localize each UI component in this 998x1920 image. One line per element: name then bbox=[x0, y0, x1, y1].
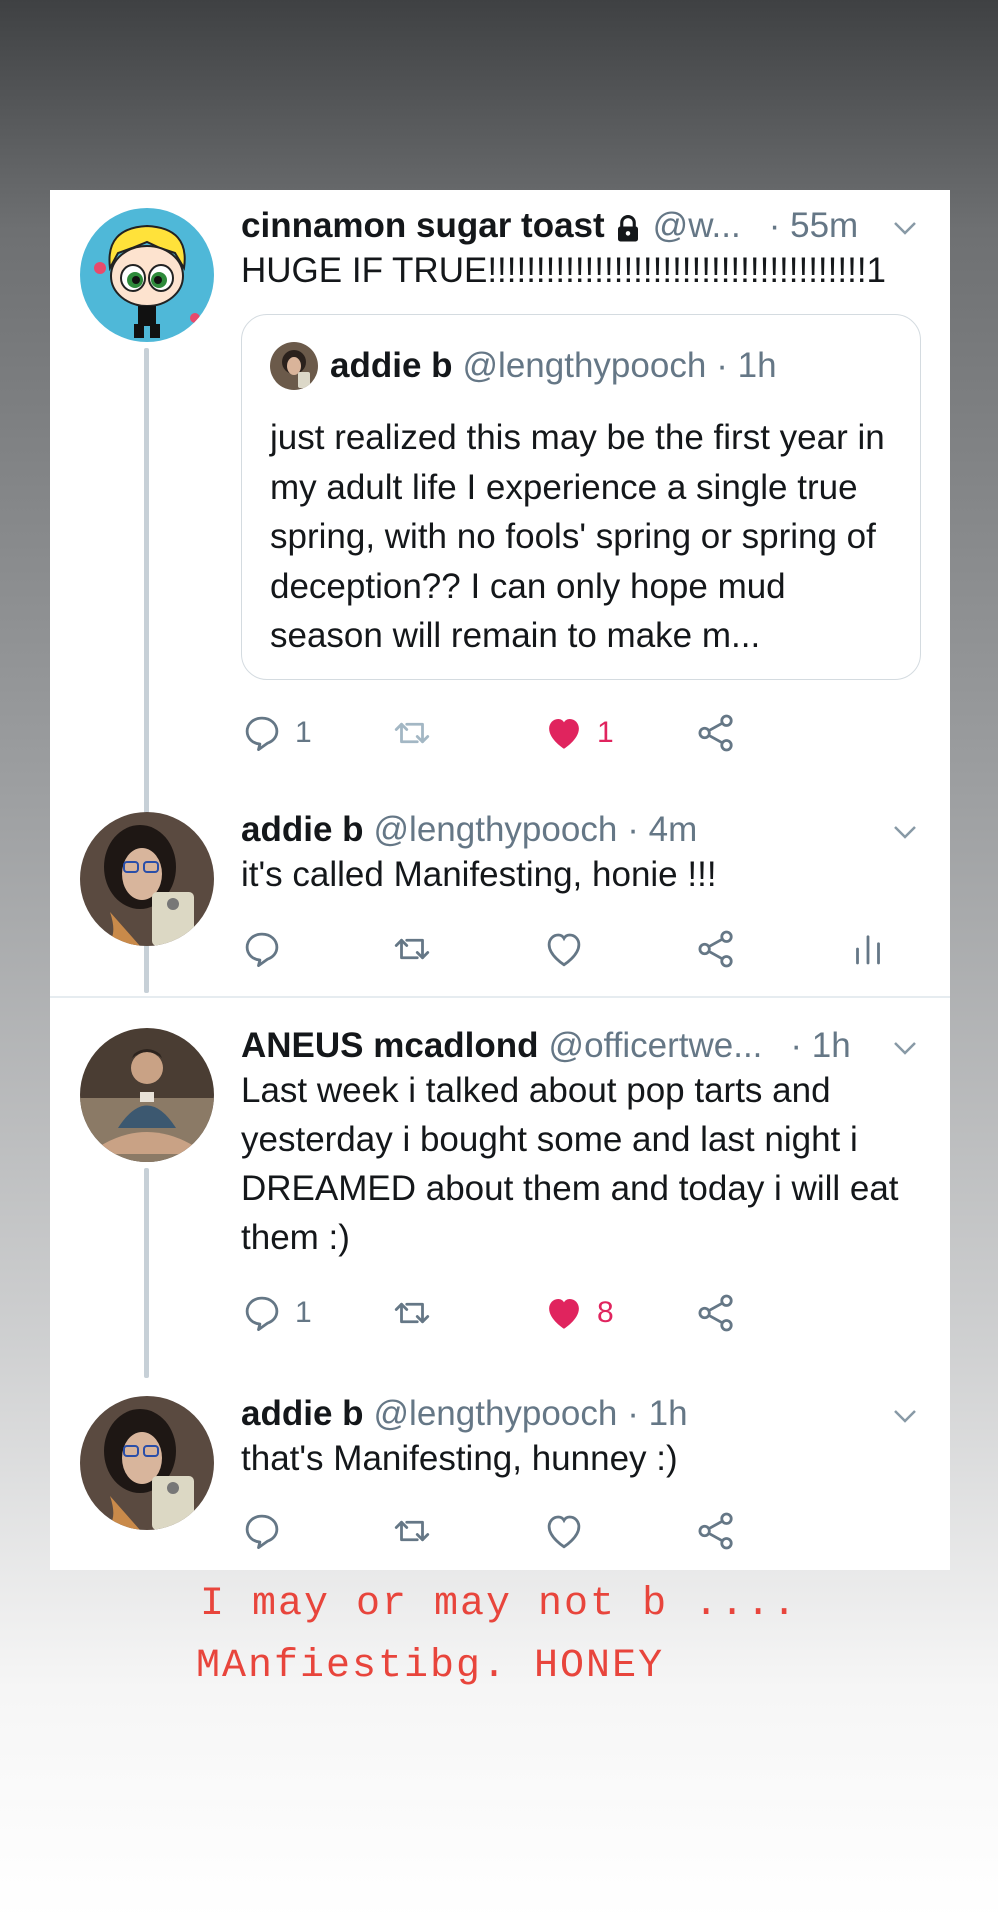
reply-count: 1 bbox=[295, 1296, 312, 1329]
heart-icon bbox=[547, 1515, 581, 1549]
quoted-timestamp: · 1h bbox=[716, 346, 777, 385]
avatar[interactable] bbox=[80, 812, 214, 946]
tweet-text: Last week i talked about pop tarts and y… bbox=[241, 1071, 899, 1257]
retweet-icon bbox=[394, 1520, 430, 1542]
retweet-button[interactable] bbox=[391, 1506, 433, 1556]
handle[interactable]: @w... bbox=[653, 204, 741, 248]
share-button[interactable] bbox=[695, 924, 737, 974]
display-name[interactable]: addie b bbox=[241, 1392, 364, 1436]
timestamp[interactable]: · 1h bbox=[790, 1024, 850, 1068]
retweet-button[interactable] bbox=[391, 1288, 433, 1338]
handle[interactable]: @officertwe... bbox=[549, 1024, 763, 1068]
display-name[interactable]: cinnamon sugar toast bbox=[241, 204, 605, 248]
chevron-down-icon[interactable] bbox=[890, 814, 920, 844]
reply-icon bbox=[245, 1296, 279, 1332]
tweet-actions: 1 8 bbox=[241, 1288, 921, 1338]
quoted-tweet-header: addie b @lengthypooch · 1h bbox=[270, 341, 777, 391]
reply-icon bbox=[245, 716, 279, 752]
handle[interactable]: @lengthypooch bbox=[374, 808, 618, 852]
reply-icon bbox=[245, 1514, 279, 1550]
reply-button[interactable]: 1 bbox=[241, 1288, 312, 1338]
tweet-actions bbox=[241, 1506, 921, 1556]
quoted-tweet[interactable]: addie b @lengthypooch · 1h just realized… bbox=[241, 314, 921, 680]
quoted-display-name: addie b bbox=[330, 346, 453, 385]
tweet-text: that's Manifesting, hunney :) bbox=[241, 1439, 678, 1478]
timestamp[interactable]: · 1h bbox=[627, 1392, 687, 1436]
quoted-handle: @lengthypooch bbox=[462, 346, 707, 385]
avatar[interactable] bbox=[80, 208, 214, 342]
avatar[interactable] bbox=[80, 1028, 214, 1162]
tweet-header: cinnamon sugar toast @w... · 55m bbox=[241, 204, 920, 248]
share-icon bbox=[698, 1512, 733, 1550]
share-icon bbox=[698, 930, 733, 968]
tweet-actions bbox=[241, 924, 921, 974]
display-name[interactable]: addie b bbox=[241, 808, 364, 852]
story-caption-line-2: MAnfiestibg. HONEY bbox=[196, 1644, 665, 1689]
retweet-icon bbox=[394, 722, 430, 744]
share-icon bbox=[698, 1294, 733, 1332]
like-button[interactable] bbox=[543, 924, 585, 974]
retweet-button[interactable] bbox=[391, 708, 433, 758]
retweet-icon bbox=[394, 1302, 430, 1324]
tweet-divider bbox=[50, 996, 950, 998]
share-button[interactable] bbox=[695, 708, 737, 758]
display-name[interactable]: ANEUS mcadlond bbox=[241, 1024, 539, 1068]
avatar[interactable] bbox=[80, 1396, 214, 1530]
tweet-actions: 1 1 bbox=[241, 708, 921, 758]
tweet-header: ANEUS mcadlond @officertwe... · 1h bbox=[241, 1024, 920, 1068]
share-button[interactable] bbox=[695, 1506, 737, 1556]
retweet-button[interactable] bbox=[391, 924, 433, 974]
reply-icon bbox=[245, 932, 279, 968]
timestamp[interactable]: · 55m bbox=[769, 204, 858, 248]
chevron-down-icon[interactable] bbox=[890, 210, 920, 240]
chevron-down-icon[interactable] bbox=[890, 1398, 920, 1428]
story-caption-line-1: I may or may not b .... bbox=[200, 1582, 799, 1627]
reply-count: 1 bbox=[295, 716, 312, 749]
retweet-icon bbox=[394, 938, 430, 960]
tweet-thread-card: cinnamon sugar toast @w... · 55m HUGE IF… bbox=[50, 190, 950, 1570]
analytics-icon bbox=[856, 935, 880, 965]
timestamp[interactable]: · 4m bbox=[627, 808, 697, 852]
tweet-header: addie b @lengthypooch · 1h bbox=[241, 1392, 920, 1436]
handle[interactable]: @lengthypooch bbox=[374, 1392, 618, 1436]
share-icon bbox=[698, 714, 733, 752]
analytics-button[interactable] bbox=[847, 924, 889, 974]
reply-button[interactable] bbox=[241, 924, 283, 974]
heart-icon bbox=[547, 933, 581, 967]
thread-connector bbox=[144, 1168, 149, 1378]
like-button[interactable]: 8 bbox=[543, 1288, 614, 1338]
quoted-tweet-text: just realized this may be the first year… bbox=[270, 418, 885, 655]
heart-filled-icon bbox=[549, 1299, 579, 1329]
like-count: 8 bbox=[597, 1296, 614, 1329]
tweet-header: addie b @lengthypooch · 4m bbox=[241, 808, 920, 852]
like-count: 1 bbox=[597, 716, 614, 749]
tweet-text: HUGE IF TRUE!!!!!!!!!!!!!!!!!!!!!!!!!!!!… bbox=[241, 251, 887, 290]
chevron-down-icon[interactable] bbox=[890, 1030, 920, 1060]
share-button[interactable] bbox=[695, 1288, 737, 1338]
like-button[interactable] bbox=[543, 1506, 585, 1556]
lock-icon bbox=[613, 211, 643, 242]
heart-filled-icon bbox=[549, 719, 579, 749]
reply-button[interactable] bbox=[241, 1506, 283, 1556]
reply-button[interactable]: 1 bbox=[241, 708, 312, 758]
tweet-text: it's called Manifesting, honie !!! bbox=[241, 855, 717, 894]
quoted-avatar bbox=[270, 342, 318, 390]
like-button[interactable]: 1 bbox=[543, 708, 614, 758]
